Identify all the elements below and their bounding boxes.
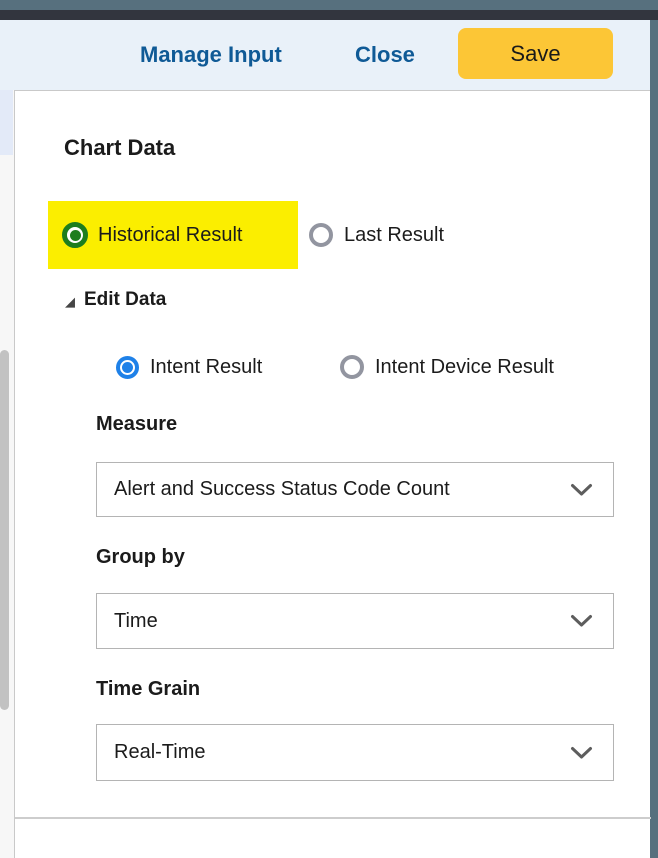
section-divider <box>15 817 651 819</box>
edit-data-toggle[interactable]: ◢ Edit Data <box>65 287 166 313</box>
chevron-down-icon <box>570 614 593 628</box>
radio-option-historical-result[interactable]: Historical Result <box>48 201 298 269</box>
left-rail <box>0 90 14 858</box>
time-grain-select[interactable]: Real-Time <box>96 724 614 781</box>
time-grain-select-value: Real-Time <box>114 741 206 764</box>
intent-result-label[interactable]: Intent Result <box>150 356 262 379</box>
radio-option-last-result[interactable]: Last Result <box>309 201 444 269</box>
historical-result-label[interactable]: Historical Result <box>98 224 242 247</box>
group-by-select-value: Time <box>114 610 158 633</box>
measure-label: Measure <box>96 413 177 436</box>
top-dark-bar <box>0 10 658 20</box>
measure-select-value: Alert and Success Status Code Count <box>114 478 450 501</box>
last-result-label[interactable]: Last Result <box>344 224 444 247</box>
time-grain-label: Time Grain <box>96 678 200 701</box>
right-accent-bar <box>650 20 658 858</box>
radio-option-intent-result[interactable]: Intent Result <box>116 354 262 380</box>
chevron-down-icon <box>570 746 593 760</box>
toolbar: Manage Input Close Save <box>0 20 650 90</box>
radio-unselected-icon[interactable] <box>309 223 333 247</box>
panel-title: Chart Data <box>64 135 175 161</box>
rail-highlight-strip <box>0 90 13 155</box>
save-button[interactable]: Save <box>458 28 613 79</box>
chevron-down-icon <box>570 483 593 497</box>
group-by-label: Group by <box>96 546 185 569</box>
group-by-select[interactable]: Time <box>96 593 614 649</box>
edit-data-label[interactable]: Edit Data <box>84 289 166 311</box>
measure-select[interactable]: Alert and Success Status Code Count <box>96 462 614 517</box>
collapse-triangle-icon: ◢ <box>65 295 75 308</box>
radio-selected-icon[interactable] <box>62 222 88 248</box>
close-link[interactable]: Close <box>355 20 415 90</box>
radio-unselected-icon[interactable] <box>340 355 364 379</box>
chart-data-panel: Chart Data Historical Result Last Result… <box>14 90 650 858</box>
radio-option-intent-device-result[interactable]: Intent Device Result <box>340 354 554 380</box>
top-accent-bar <box>0 0 658 10</box>
intent-device-result-label[interactable]: Intent Device Result <box>375 356 554 379</box>
radio-selected-icon[interactable] <box>116 356 139 379</box>
vertical-scrollbar-thumb[interactable] <box>0 350 9 710</box>
manage-input-link[interactable]: Manage Input <box>140 20 282 90</box>
